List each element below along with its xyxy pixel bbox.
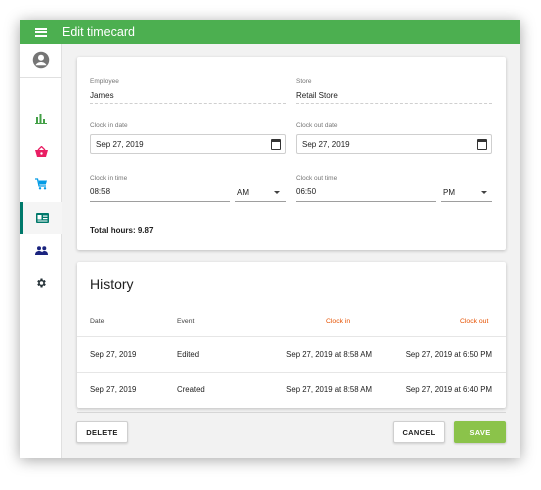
employee-underline	[90, 103, 286, 104]
column-header-date: Date	[90, 318, 105, 325]
badge-icon	[36, 213, 49, 223]
clock-in-date-value: Sep 27, 2019	[96, 140, 144, 149]
clock-out-date-label: Clock out date	[296, 122, 338, 129]
total-hours: Total hours: 9.87	[90, 226, 154, 235]
sidebar-item-timecards[interactable]	[20, 202, 62, 234]
sidebar	[20, 44, 62, 458]
column-header-event: Event	[177, 318, 195, 325]
history-row-2-clock-in: Sep 27, 2019 at 8:58 AM	[286, 385, 372, 394]
basket-icon	[34, 145, 48, 157]
cart-icon	[34, 178, 47, 190]
timecard-window: Edit timecard Employee James Store Retai…	[20, 20, 520, 458]
history-row-1-date: Sep 27, 2019	[90, 350, 137, 359]
sidebar-item-settings[interactable]	[20, 267, 62, 299]
gear-icon	[37, 278, 46, 288]
sidebar-item-orders[interactable]	[20, 168, 62, 200]
row-divider	[77, 372, 506, 373]
profile-avatar-icon[interactable]	[20, 44, 62, 76]
clock-out-time-underline	[296, 201, 436, 202]
calendar-icon[interactable]	[477, 139, 487, 150]
clock-out-ampm-select[interactable]: PM	[443, 188, 455, 197]
clock-in-time-input[interactable]: 08:58	[90, 187, 110, 196]
store-underline	[296, 103, 492, 104]
row-divider	[77, 336, 506, 337]
top-app-bar: Edit timecard	[20, 20, 520, 44]
sidebar-item-employees[interactable]	[20, 234, 62, 266]
history-row-1-clock-in: Sep 27, 2019 at 8:58 AM	[286, 350, 372, 359]
history-row-2-clock-out: Sep 27, 2019 at 6:40 PM	[405, 385, 492, 394]
employee-value: James	[90, 91, 114, 100]
cancel-button[interactable]: CANCEL	[393, 421, 445, 443]
bar-chart-icon	[35, 114, 47, 124]
chevron-down-icon[interactable]	[481, 191, 487, 194]
delete-button[interactable]: DELETE	[76, 421, 128, 443]
clock-in-ampm-select[interactable]: AM	[237, 188, 249, 197]
column-header-clock-in: Clock in	[326, 318, 351, 325]
history-card: History Date Event Clock in Clock out Se…	[77, 262, 506, 408]
timecard-form-card: Employee James Store Retail Store Clock …	[77, 57, 506, 250]
store-value: Retail Store	[296, 91, 338, 100]
menu-icon[interactable]	[35, 27, 47, 37]
clock-out-time-label: Clock out time	[296, 175, 338, 182]
employee-label: Employee	[90, 78, 119, 85]
clock-in-time-underline	[90, 201, 230, 202]
chevron-down-icon[interactable]	[274, 191, 280, 194]
clock-out-time-input[interactable]: 06:50	[296, 187, 316, 196]
clock-out-ampm-underline	[441, 201, 492, 202]
sidebar-item-reports[interactable]	[20, 103, 62, 135]
history-title: History	[90, 276, 134, 292]
column-header-clock-out: Clock out	[460, 318, 489, 325]
calendar-icon[interactable]	[271, 139, 281, 150]
sidebar-item-sales[interactable]	[20, 135, 62, 167]
clock-in-date-label: Clock in date	[90, 122, 128, 129]
store-label: Store	[296, 78, 312, 85]
clock-in-ampm-underline	[235, 201, 286, 202]
sidebar-divider	[20, 77, 62, 78]
clock-out-date-value: Sep 27, 2019	[302, 140, 350, 149]
clock-in-time-label: Clock in time	[90, 175, 128, 182]
history-row-2-date: Sep 27, 2019	[90, 385, 137, 394]
history-row-2-event: Created	[177, 385, 205, 394]
history-row-1-event: Edited	[177, 350, 200, 359]
action-bar-divider	[77, 412, 506, 413]
clock-out-date-field[interactable]: Sep 27, 2019	[296, 134, 492, 154]
history-row-1-clock-out: Sep 27, 2019 at 6:50 PM	[405, 350, 492, 359]
clock-in-date-field[interactable]: Sep 27, 2019	[90, 134, 286, 154]
save-button[interactable]: SAVE	[454, 421, 506, 443]
people-icon	[34, 245, 48, 255]
page-title: Edit timecard	[62, 25, 135, 39]
